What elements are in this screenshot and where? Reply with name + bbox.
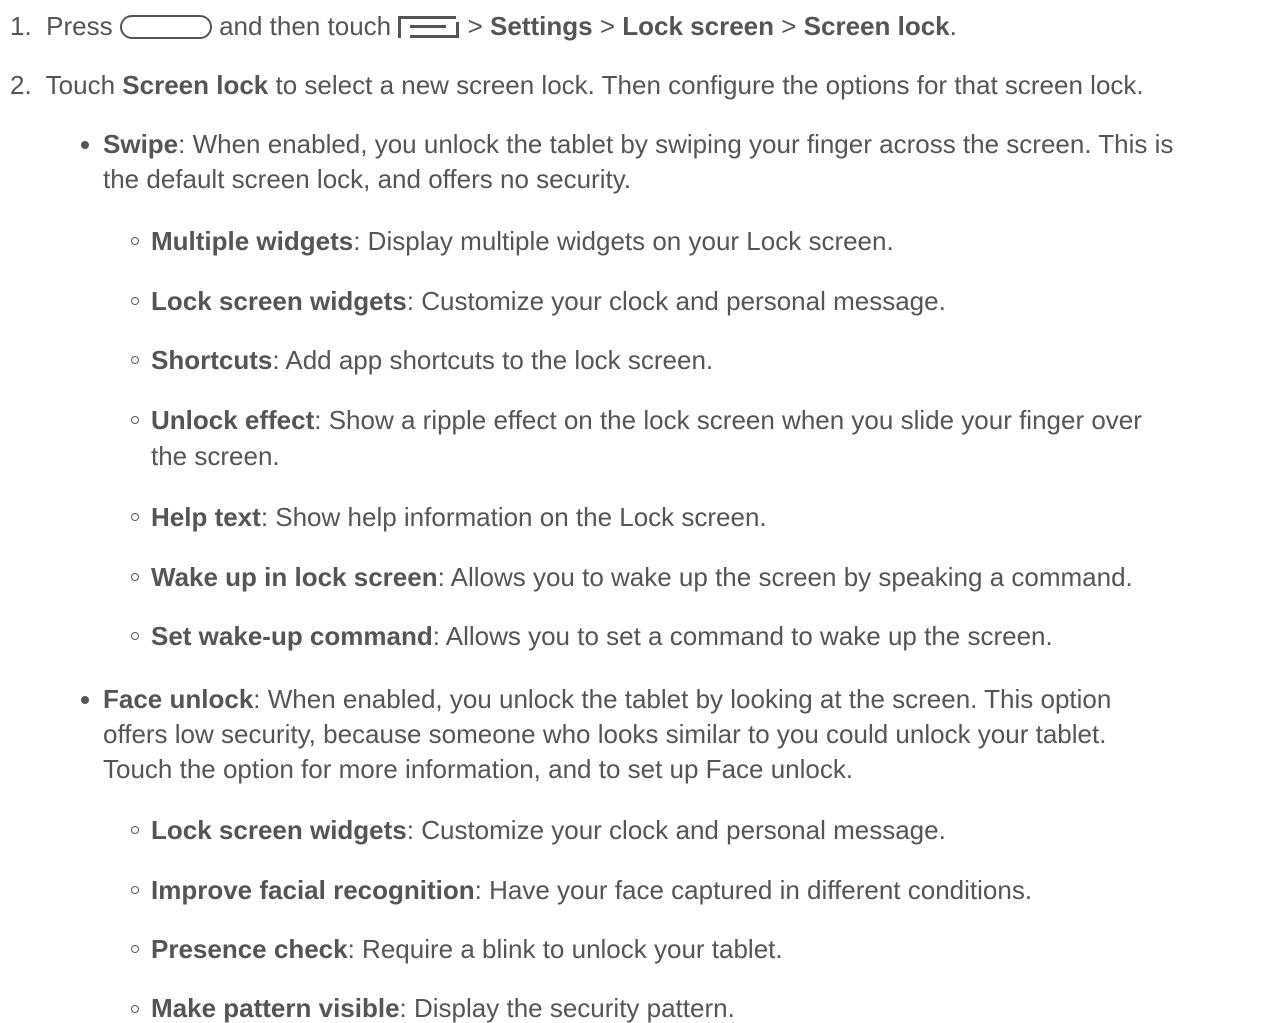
sub-bullet-icon [131, 573, 139, 581]
bullet-icon [81, 141, 89, 149]
option-swipe-cont: the default screen lock, and offers no s… [103, 164, 631, 194]
sub-bullet-icon [131, 297, 139, 305]
sub-option: Make pattern visible: Display the securi… [151, 993, 735, 1023]
option-face-unlock-cont: offers low security, because someone who… [103, 719, 1107, 749]
sub-bullet-icon [131, 945, 139, 953]
sub-bullet-icon [131, 632, 139, 640]
sub-option: Improve facial recognition: Have your fa… [151, 875, 1033, 905]
sub-bullet-icon [131, 356, 139, 364]
sub-bullet-icon [131, 886, 139, 894]
sub-option: Shortcuts: Add app shortcuts to the lock… [151, 345, 714, 375]
menu-key-icon [398, 16, 460, 38]
sub-bullet-icon [131, 416, 139, 424]
path-screen-lock: Screen lock [803, 11, 950, 41]
sub-option: Presence check: Require a blink to unloc… [151, 934, 783, 964]
path-settings: Settings [490, 11, 593, 41]
sub-option: Help text: Show help information on the … [151, 502, 767, 532]
sub-option: Wake up in lock screen: Allows you to wa… [151, 562, 1133, 592]
sub-option: Lock screen widgets: Customize your cloc… [151, 815, 946, 845]
option-face-unlock-cont: Touch the option for more information, a… [103, 754, 854, 784]
step-2: 2. Touch Screen lock to select a new scr… [10, 70, 1144, 100]
sub-option: Multiple widgets: Display multiple widge… [151, 226, 894, 256]
step-number: 1. [10, 11, 32, 41]
option-face-unlock: Face unlock: When enabled, you unlock th… [103, 684, 1112, 714]
step-number: 2. [10, 70, 32, 100]
sub-bullet-icon [131, 513, 139, 521]
sub-option: Lock screen widgets: Customize your cloc… [151, 286, 946, 316]
step-1: 1. Press and then touch > Settings > Loc… [10, 11, 957, 41]
sub-bullet-icon [131, 1005, 139, 1013]
sub-option-cont: the screen. [151, 441, 280, 471]
bullet-icon [81, 696, 89, 704]
sub-option: Set wake-up command: Allows you to set a… [151, 621, 1053, 651]
home-key-icon [119, 15, 212, 39]
sub-option: Unlock effect: Show a ripple effect on t… [151, 405, 1142, 435]
sub-bullet-icon [131, 237, 139, 245]
sub-bullet-icon [131, 826, 139, 834]
path-lock-screen: Lock screen [622, 11, 774, 41]
option-swipe: Swipe: When enabled, you unlock the tabl… [103, 129, 1174, 159]
